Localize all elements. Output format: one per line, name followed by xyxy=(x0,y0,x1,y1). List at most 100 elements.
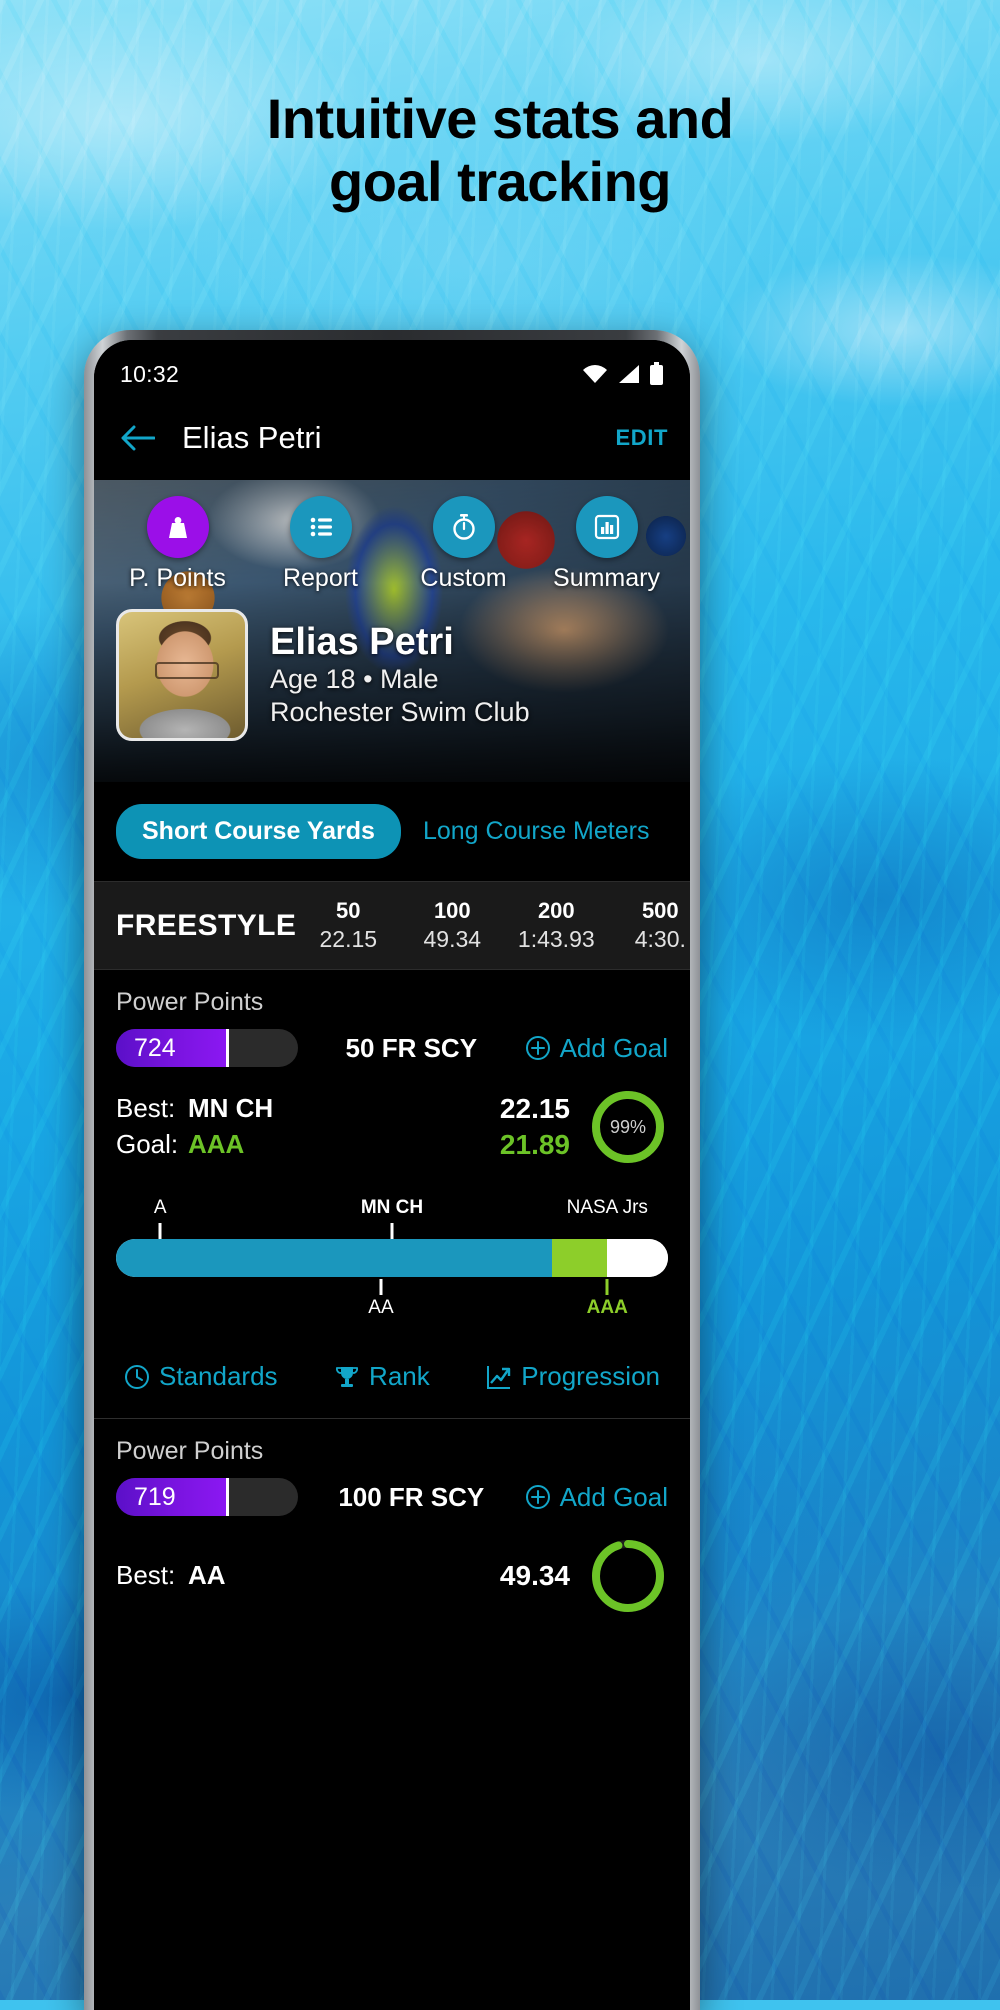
best-value: AA xyxy=(188,1560,226,1591)
standard-label-mn-ch: MN CH xyxy=(360,1197,424,1218)
add-goal-button[interactable]: Add Goal xyxy=(525,1482,668,1513)
ring-percent: 99% xyxy=(609,1116,647,1137)
stroke-distance: 50 xyxy=(336,898,361,923)
stroke-time: 4:30. xyxy=(634,926,686,952)
status-bar: 10:32 xyxy=(94,340,690,396)
profile-name: Elias Petri xyxy=(270,620,454,663)
add-goal-label: Add Goal xyxy=(559,1481,668,1512)
weight-icon xyxy=(168,517,187,538)
standards-button[interactable]: Standards xyxy=(124,1361,278,1392)
quick-action-label: Summary xyxy=(553,564,660,592)
wifi-icon xyxy=(583,364,607,383)
best-time: 22.15 xyxy=(499,1093,570,1124)
quick-action-circle xyxy=(575,496,638,558)
trend-up-icon xyxy=(487,1365,511,1389)
stroke-distance: 100 xyxy=(433,898,471,923)
standard-label-a: A xyxy=(153,1197,167,1218)
clock-icon xyxy=(125,1364,149,1389)
stroke-distance: 500 xyxy=(641,898,679,923)
profile-row: Elias Petri Age 18 • Male Rochester Swim… xyxy=(94,593,690,741)
quick-action-p-points[interactable]: P. Points xyxy=(112,496,244,593)
goal-time: 21.89 xyxy=(499,1129,570,1160)
progression-label: Progression xyxy=(521,1361,660,1391)
stopwatch-icon xyxy=(452,514,475,540)
quick-action-summary[interactable]: Summary xyxy=(541,496,673,593)
progression-button[interactable]: Progression xyxy=(486,1361,660,1392)
phone-screen: 10:32 Elias Petri EDIT P. Points Report … xyxy=(94,340,690,2010)
standard-label-nasa-jrs: NASA Jrs xyxy=(566,1197,648,1218)
quick-action-circle xyxy=(146,496,209,558)
quick-action-custom[interactable]: Custom xyxy=(398,496,530,593)
trophy-icon xyxy=(336,1366,359,1387)
bar-chart-icon xyxy=(594,514,619,540)
course-option-short-course-yards[interactable]: Short Course Yards xyxy=(116,804,401,859)
goal-line: Goal: AAA xyxy=(116,1127,500,1163)
list-icon xyxy=(310,517,332,537)
power-points-value: 724 xyxy=(134,1033,176,1062)
best-goal-times: 22.15 21.89 xyxy=(500,1093,570,1161)
rank-label: Rank xyxy=(369,1361,430,1391)
best-line: Best: MN CH xyxy=(116,1091,500,1127)
back-button[interactable] xyxy=(116,416,160,460)
best-goal-grid: Best: AA 49.34 xyxy=(116,1536,668,1616)
standard-label-aaa: AAA xyxy=(586,1297,628,1318)
standards-progress[interactable]: A MN CH NASA Jrs AA AAA xyxy=(116,1197,668,1327)
hero-section: P. Points Report Custom Summary Elias Pe… xyxy=(94,480,690,782)
quick-action-circle xyxy=(289,496,352,558)
power-points-bar: 724 xyxy=(116,1029,298,1067)
battery-icon xyxy=(650,362,663,385)
best-key: Best: xyxy=(116,1560,176,1591)
best-value: MN CH xyxy=(188,1093,274,1124)
power-points-bar: 719 xyxy=(116,1478,298,1516)
quick-action-label: P. Points xyxy=(129,564,226,592)
stroke-summary-row[interactable]: FREESTYLE 50 22.15 100 49.34 200 1:43.93… xyxy=(94,881,690,970)
best-time: 49.34 xyxy=(499,1560,570,1591)
event-card-100-fr-scy: Power Points 719 100 FR SCY Add Goal Bes… xyxy=(94,1419,690,1616)
status-icons xyxy=(582,362,664,386)
edit-button[interactable]: EDIT xyxy=(615,425,668,451)
headline-line-2: goal tracking xyxy=(328,149,672,213)
phone-mockup: 10:32 Elias Petri EDIT P. Points Report … xyxy=(84,330,700,2010)
standards-segment-white xyxy=(607,1239,668,1277)
stroke-name: FREESTYLE xyxy=(116,908,297,942)
goal-value: AAA xyxy=(188,1129,245,1159)
best-line: Best: AA xyxy=(116,1558,500,1594)
standards-track xyxy=(116,1239,668,1277)
best-goal-labels: Best: MN CH Goal: AAA xyxy=(116,1091,500,1163)
event-name: 100 FR SCY xyxy=(338,1481,485,1512)
avatar[interactable] xyxy=(116,609,248,741)
quick-action-circle xyxy=(432,496,495,558)
event-name: 50 FR SCY xyxy=(345,1032,478,1063)
stroke-cell-500[interactable]: 500 4:30. xyxy=(608,898,690,953)
stroke-time: 49.34 xyxy=(423,926,482,952)
course-option-long-course-meters[interactable]: Long Course Meters xyxy=(411,804,662,859)
power-points-label: Power Points xyxy=(116,1437,264,1465)
best-key: Best: xyxy=(116,1093,176,1124)
ring-icon xyxy=(592,1540,664,1612)
page-title: Elias Petri xyxy=(182,420,322,455)
best-goal-labels: Best: AA xyxy=(116,1558,500,1594)
stroke-cell-100[interactable]: 100 49.34 xyxy=(400,898,504,953)
signal-icon xyxy=(619,365,639,383)
back-arrow-icon xyxy=(121,425,155,451)
stroke-cell-50[interactable]: 50 22.15 xyxy=(296,898,400,953)
event-card-50-fr-scy: Power Points 724 50 FR SCY Add Goal Best… xyxy=(94,970,690,1418)
goal-key: Goal: xyxy=(116,1129,179,1159)
quick-action-label: Report xyxy=(282,564,359,592)
add-goal-label: Add Goal xyxy=(559,1032,668,1063)
rank-button[interactable]: Rank xyxy=(334,1361,430,1392)
stroke-time: 22.15 xyxy=(319,926,378,952)
stroke-cells: 50 22.15 100 49.34 200 1:43.93 500 4:30. xyxy=(296,898,690,953)
goal-progress-ring xyxy=(588,1536,668,1616)
standard-label-aa: AA xyxy=(368,1297,394,1318)
goal-progress-ring: 99% xyxy=(588,1087,668,1167)
best-goal-grid: Best: MN CH Goal: AAA 22.15 21.89 99% xyxy=(116,1087,668,1167)
power-points-row: 724 50 FR SCY Add Goal xyxy=(116,1029,668,1067)
standards-segment-teal xyxy=(116,1239,553,1277)
power-points-row: 719 100 FR SCY Add Goal xyxy=(116,1478,668,1516)
add-goal-button[interactable]: Add Goal xyxy=(525,1033,668,1064)
stroke-cell-200[interactable]: 200 1:43.93 xyxy=(504,898,608,953)
quick-action-report[interactable]: Report xyxy=(255,496,387,593)
standards-label: Standards xyxy=(159,1361,278,1391)
status-time: 10:32 xyxy=(120,360,180,387)
